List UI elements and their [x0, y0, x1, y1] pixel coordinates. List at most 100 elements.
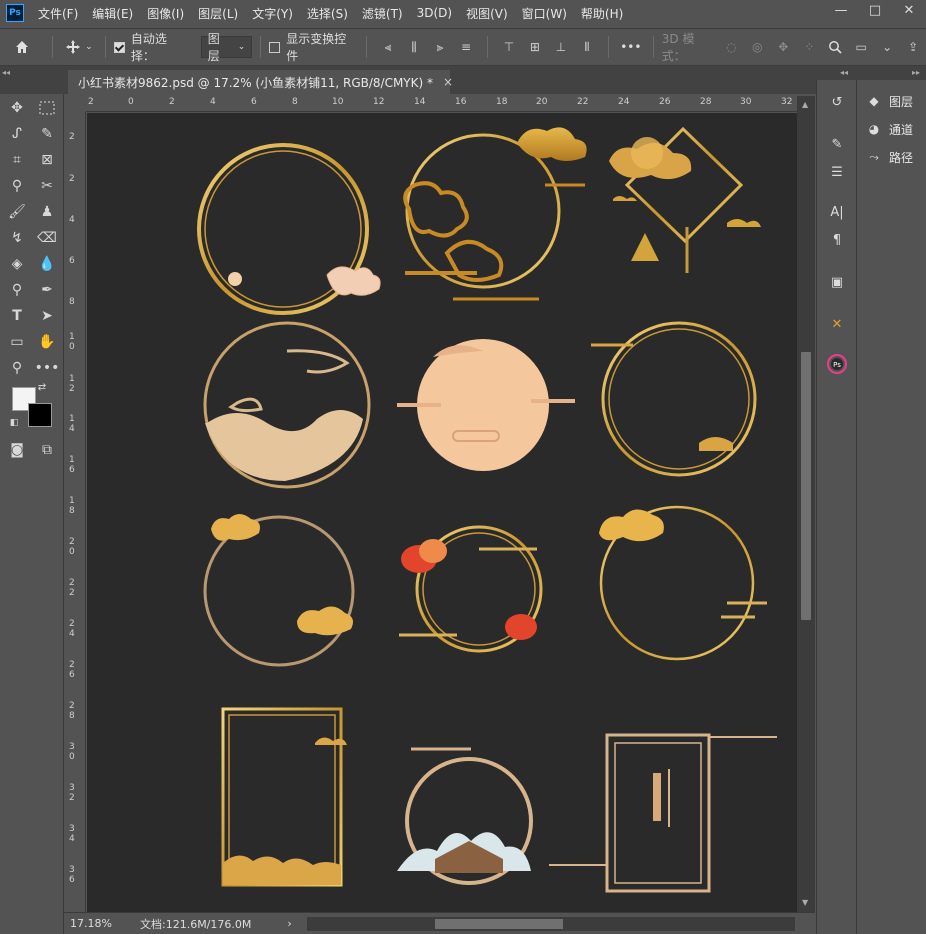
rectangle-tool-icon[interactable]: ▭	[3, 330, 31, 354]
character-panel-icon[interactable]: A|	[825, 200, 849, 224]
dodge-tool-icon[interactable]: ⚲	[3, 278, 31, 302]
menu-view[interactable]: 视图(V)	[466, 5, 508, 22]
frame-tool-icon[interactable]: ⊠	[33, 148, 61, 172]
show-transform-checkbox[interactable]: 显示变换控件	[269, 32, 358, 63]
3d-roll-icon[interactable]: ◎	[747, 37, 767, 57]
share-icon[interactable]: ⇪	[903, 37, 923, 57]
eyedropper-tool-icon[interactable]: ⚲	[3, 174, 31, 198]
menu-edit[interactable]: 编辑(E)	[92, 5, 133, 22]
eraser-tool-icon[interactable]: ⌫	[33, 226, 61, 250]
paths-panel-tab[interactable]: ⤳ 路径	[865, 148, 913, 166]
move-tool-icon[interactable]: ⌄	[61, 35, 97, 59]
menu-window[interactable]: 窗口(W)	[522, 5, 567, 22]
healing-brush-tool-icon[interactable]: ✂	[33, 174, 61, 198]
path-select-tool-icon[interactable]: ➤	[33, 304, 61, 328]
document-tab[interactable]: 小红书素材9862.psd @ 17.2% (小鱼素材铺11, RGB/8/CM…	[68, 70, 453, 94]
history-brush-tool-icon[interactable]: ↯	[3, 226, 31, 250]
plugin-icon[interactable]: ▣	[825, 270, 849, 294]
menu-type[interactable]: 文字(Y)	[252, 5, 293, 22]
lasso-tool-icon[interactable]: ᔑ	[3, 122, 31, 146]
auto-select-target-dropdown[interactable]: 图层 ⌄	[200, 32, 253, 63]
align-vcenter-icon[interactable]: ⊞	[525, 37, 545, 57]
menu-filter[interactable]: 滤镜(T)	[362, 5, 403, 22]
align-right-icon[interactable]: ⫸	[430, 37, 450, 57]
frame-8	[399, 525, 543, 653]
type-tool-icon[interactable]: T	[3, 304, 31, 328]
distribute-vertical-icon[interactable]: ⦀	[577, 37, 597, 57]
ruler-label: 30	[740, 97, 752, 107]
horizontal-scrollbar[interactable]	[307, 917, 795, 931]
ruler-label: 20	[536, 97, 548, 107]
3d-pan-icon[interactable]: ✥	[773, 37, 793, 57]
quick-select-tool-icon[interactable]: ✎	[33, 122, 61, 146]
background-color-swatch[interactable]	[28, 403, 52, 427]
status-menu-arrow[interactable]: ›	[287, 917, 291, 930]
zoom-level[interactable]: 17.18%	[64, 917, 124, 930]
menu-3d[interactable]: 3D(D)	[417, 6, 452, 20]
expand-panels-icon[interactable]: ▸▸	[912, 68, 920, 77]
brush-settings-icon[interactable]: ✎	[825, 132, 849, 156]
scroll-down-icon[interactable]: ▼	[802, 898, 808, 907]
default-colors-icon[interactable]: ◧	[6, 416, 22, 430]
menu-image[interactable]: 图像(I)	[147, 5, 184, 22]
align-hcenter-icon[interactable]: ⫼	[404, 37, 424, 57]
close-document-icon[interactable]: ×	[443, 75, 453, 89]
pen-tool-icon[interactable]: ✒	[33, 278, 61, 302]
menu-select[interactable]: 选择(S)	[307, 5, 348, 22]
3d-slide-icon[interactable]: ⁘	[799, 37, 819, 57]
ruler-label: 2 8	[69, 701, 75, 721]
vertical-scroll-thumb[interactable]	[801, 352, 811, 620]
ps-plugin-icon[interactable]: Ps	[825, 352, 849, 376]
align-top-icon[interactable]: ⊤	[499, 37, 519, 57]
paint-bucket-tool-icon[interactable]: ◈	[3, 252, 31, 276]
ruler-label: 18	[496, 97, 508, 107]
auto-select-checkbox[interactable]: 自动选择：	[113, 32, 191, 63]
close-window-button[interactable]: ✕	[892, 0, 926, 20]
tools-plugin-icon[interactable]: ✕	[825, 312, 849, 336]
channels-panel-tab[interactable]: ◕ 通道	[865, 120, 913, 138]
vertical-scrollbar[interactable]: ▲ ▼	[797, 96, 815, 912]
3d-rotate-icon[interactable]: ◌	[721, 37, 741, 57]
layers-panel-tab[interactable]: ◆ 图层	[865, 92, 913, 110]
home-icon[interactable]	[0, 35, 44, 59]
clone-stamp-tool-icon[interactable]: ♟	[33, 200, 61, 224]
brush-tool-icon[interactable]: 🖌	[3, 200, 31, 224]
collapse-toolbar-icon[interactable]: ◂◂	[2, 68, 10, 77]
chevron-down-icon[interactable]: ⌄	[877, 37, 897, 57]
more-options-button[interactable]: •••	[617, 35, 645, 59]
checkbox-box[interactable]	[113, 41, 125, 53]
align-left-icon[interactable]: ⫷	[378, 37, 398, 57]
blur-tool-icon[interactable]: 💧	[33, 252, 61, 276]
search-icon[interactable]	[825, 37, 845, 57]
align-bottom-icon[interactable]: ⊥	[551, 37, 571, 57]
collapse-panels-icon[interactable]: ◂◂	[840, 68, 848, 77]
paragraph-panel-icon[interactable]: ¶	[825, 228, 849, 252]
history-panel-icon[interactable]: ↺	[825, 90, 849, 114]
frame-2	[403, 127, 587, 301]
adjustments-icon[interactable]: ☰	[825, 160, 849, 184]
quick-mask-icon[interactable]: ◙	[3, 438, 31, 462]
horizontal-scroll-thumb[interactable]	[435, 919, 563, 929]
hand-tool-icon[interactable]: ✋	[33, 330, 61, 354]
workspace-icon[interactable]: ▭	[851, 37, 871, 57]
checkbox-box[interactable]	[269, 41, 281, 53]
screen-mode-icon[interactable]: ⧉	[33, 438, 61, 462]
menu-layer[interactable]: 图层(L)	[198, 5, 238, 22]
menu-file[interactable]: 文件(F)	[38, 5, 78, 22]
ruler-label: 1 6	[69, 455, 75, 475]
divider	[260, 36, 262, 58]
scroll-up-icon[interactable]: ▲	[802, 100, 808, 109]
distribute-horizontal-icon[interactable]: ≡	[456, 37, 476, 57]
menu-help[interactable]: 帮助(H)	[581, 5, 623, 22]
swap-colors-icon[interactable]: ⇄	[34, 380, 50, 394]
crop-tool-icon[interactable]: ⌗	[3, 148, 31, 172]
move-tool-icon[interactable]: ✥	[3, 96, 31, 120]
more-tools-icon[interactable]: •••	[33, 356, 61, 380]
zoom-tool-icon[interactable]: ⚲	[3, 356, 31, 380]
document-tab-strip: ◂◂ 小红书素材9862.psd @ 17.2% (小鱼素材铺11, RGB/8…	[0, 66, 926, 94]
minimize-button[interactable]: —	[824, 0, 858, 20]
layers-label: 图层	[889, 94, 914, 109]
marquee-tool-icon[interactable]	[33, 96, 61, 120]
maximize-button[interactable]: □	[858, 0, 892, 20]
document-canvas[interactable]	[87, 113, 797, 912]
